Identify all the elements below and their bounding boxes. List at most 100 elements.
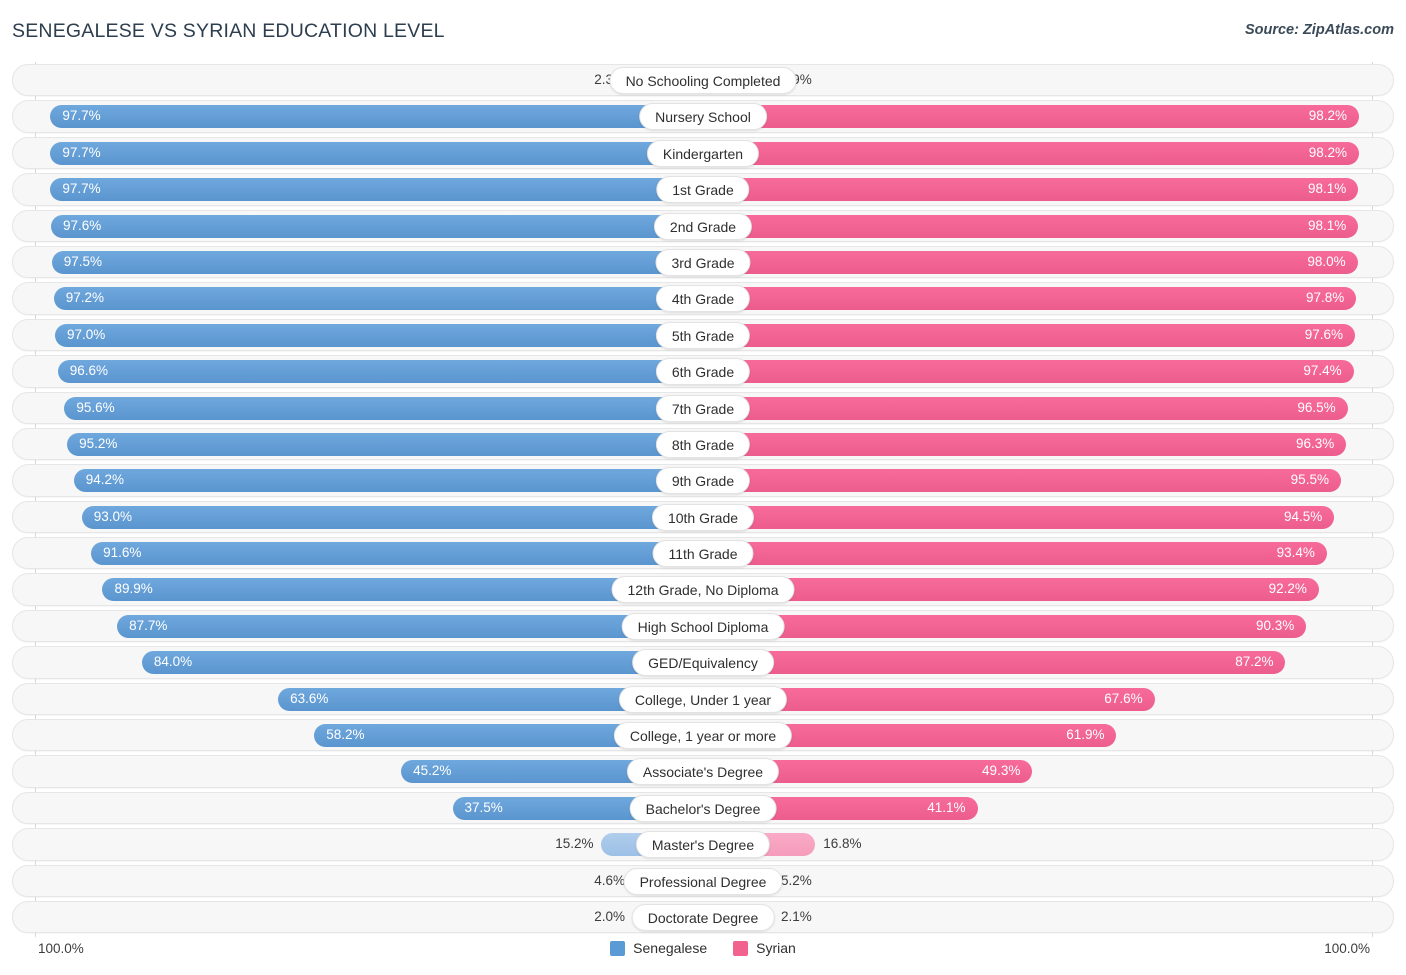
bar-syrian (703, 178, 1359, 202)
chart-row: 2.0% 2.1% Doctorate Degree (0, 899, 1406, 935)
chart-row: 94.2% 95.5% 9th Grade (0, 462, 1406, 498)
category-label: Nursery School (639, 103, 767, 131)
bar-senegalese (51, 214, 703, 238)
bar-syrian (703, 323, 1355, 347)
value-label-syrian: 97.6% (1304, 326, 1343, 342)
category-label: Kindergarten (646, 139, 760, 167)
value-label-syrian: 5.2% (781, 872, 812, 888)
value-label-syrian: 90.3% (1255, 617, 1295, 633)
category-label: Bachelor's Degree (629, 794, 777, 822)
page-header: SENEGALESE VS SYRIAN EDUCATION LEVEL Sou… (0, 0, 1406, 62)
legend-swatch (733, 940, 749, 956)
value-label-syrian: 97.4% (1303, 363, 1342, 379)
value-label-senegalese: 45.2% (413, 763, 452, 779)
category-label: College, Under 1 year (618, 685, 788, 713)
chart-row: 97.5% 98.0% 3rd Grade (0, 244, 1406, 280)
category-label: Doctorate Degree (631, 903, 775, 931)
category-label: 7th Grade (655, 394, 751, 422)
value-label-syrian: 93.4% (1276, 545, 1315, 561)
category-label: No Schooling Completed (609, 67, 797, 94)
chart-row: 95.2% 96.3% 8th Grade (0, 426, 1406, 462)
chart-legend: Senegalese Syrian (0, 940, 1406, 956)
value-label-senegalese: 95.2% (79, 435, 118, 451)
value-label-senegalese: 97.7% (62, 144, 101, 160)
value-label-syrian: 95.5% (1290, 472, 1329, 488)
category-label: 3rd Grade (655, 248, 751, 276)
value-label-senegalese: 58.2% (326, 727, 365, 743)
bar-syrian (703, 432, 1347, 456)
value-label-senegalese: 95.6% (76, 399, 115, 415)
bar-syrian (703, 614, 1307, 638)
legend-label: Senegalese (633, 940, 708, 956)
diverging-bar-chart: 2.3%1.9%No Schooling Completed 97.7% 98.2%… (0, 62, 1406, 937)
bar-syrian (703, 105, 1359, 129)
value-label-senegalese: 84.0% (153, 654, 193, 670)
bar-syrian (703, 141, 1359, 165)
chart-row: 45.2% 49.3% Associate's Degree (0, 753, 1406, 789)
chart-row: 97.7% 98.1% 1st Grade (0, 171, 1406, 207)
value-label-senegalese: 97.6% (63, 217, 102, 233)
chart-row: 87.7% 90.3% High School Diploma (0, 608, 1406, 644)
value-label-syrian: 96.5% (1297, 399, 1336, 415)
category-label: 10th Grade (651, 503, 755, 531)
chart-row: 84.0% 87.2% GED/Equivalency (0, 644, 1406, 680)
bar-syrian (703, 542, 1327, 566)
bar-syrian (703, 250, 1358, 274)
chart-row: 15.2% 16.8% Master's Degree (0, 826, 1406, 862)
bar-syrian (703, 578, 1319, 602)
value-label-senegalese: 15.2% (555, 836, 594, 852)
value-label-senegalese: 2.0% (594, 908, 625, 924)
category-label: Professional Degree (623, 867, 783, 895)
value-label-syrian: 96.3% (1296, 435, 1335, 451)
value-label-senegalese: 96.6% (69, 363, 108, 379)
chart-row: 37.5% 41.1% Bachelor's Degree (0, 790, 1406, 826)
chart-row: 96.6% 97.4% 6th Grade (0, 353, 1406, 389)
chart-page: SENEGALESE VS SYRIAN EDUCATION LEVEL Sou… (0, 0, 1406, 975)
chart-row: 97.7% 98.2% Kindergarten (0, 135, 1406, 171)
bar-syrian (703, 505, 1335, 529)
value-label-syrian: 94.5% (1283, 508, 1323, 524)
bar-syrian (703, 469, 1341, 493)
category-label: 8th Grade (655, 430, 751, 458)
category-label: 6th Grade (655, 358, 751, 386)
chart-row: 4.6% 5.2% Professional Degree (0, 863, 1406, 899)
bar-senegalese (57, 360, 703, 384)
value-label-syrian: 98.1% (1308, 181, 1347, 197)
bar-senegalese (117, 614, 703, 638)
category-label: 2nd Grade (653, 212, 753, 240)
value-label-syrian: 98.2% (1308, 108, 1347, 124)
category-label: 11th Grade (652, 540, 754, 568)
chart-row: 97.2% 97.8% 4th Grade (0, 280, 1406, 316)
legend-item: Senegalese (610, 940, 707, 956)
value-label-syrian: 49.3% (982, 763, 1021, 779)
value-label-syrian: 2.1% (781, 908, 812, 924)
bar-senegalese (50, 178, 703, 202)
bar-senegalese (50, 141, 703, 165)
value-label-senegalese: 93.0% (93, 508, 133, 524)
category-label: Associate's Degree (626, 758, 780, 786)
value-label-syrian: 98.0% (1307, 253, 1346, 269)
chart-row: 63.6% 67.6% College, Under 1 year (0, 681, 1406, 717)
value-label-syrian: 16.8% (823, 836, 862, 852)
value-label-syrian: 98.1% (1308, 217, 1347, 233)
legend-label: Syrian (756, 940, 796, 956)
value-label-senegalese: 37.5% (464, 799, 503, 815)
bar-syrian (703, 287, 1357, 311)
value-label-syrian: 41.1% (927, 799, 966, 815)
category-label: 9th Grade (655, 467, 751, 495)
value-label-senegalese: 97.7% (62, 181, 101, 197)
category-label: 12th Grade, No Diploma (611, 576, 795, 604)
chart-row: 97.6% 98.1% 2nd Grade (0, 208, 1406, 244)
value-label-syrian: 98.2% (1308, 144, 1347, 160)
category-label: Master's Degree (635, 831, 771, 859)
value-label-senegalese: 97.7% (62, 108, 101, 124)
category-label: High School Diploma (621, 612, 785, 640)
category-label: 1st Grade (656, 176, 750, 204)
chart-footer: 100.0% 100.0% Senegalese Syrian (0, 937, 1406, 975)
value-label-senegalese: 97.0% (67, 326, 106, 342)
bar-senegalese (91, 542, 703, 566)
bar-senegalese (67, 432, 703, 456)
chart-row: 89.9% 92.2% 12th Grade, No Diploma (0, 571, 1406, 607)
chart-row: 95.6% 96.5% 7th Grade (0, 390, 1406, 426)
bar-senegalese (53, 287, 703, 311)
